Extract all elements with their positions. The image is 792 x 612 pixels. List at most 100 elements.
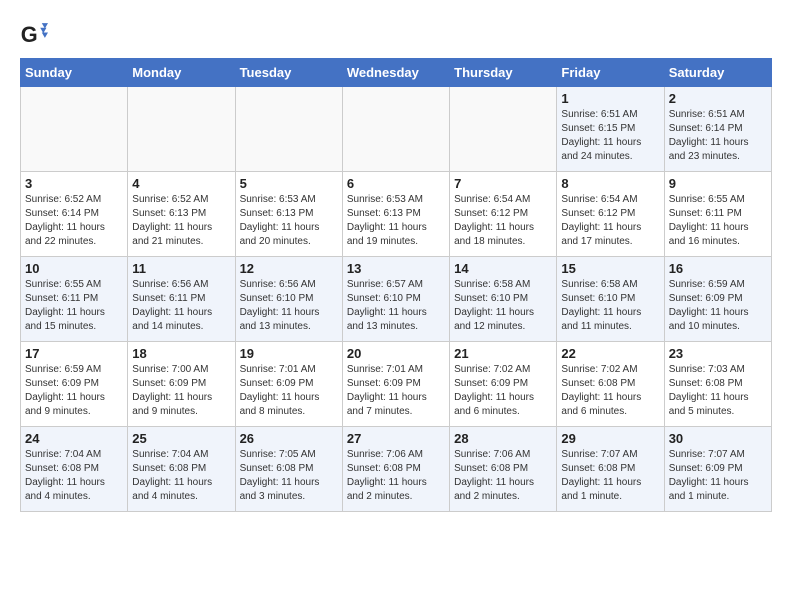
day-info: Sunrise: 7:06 AM Sunset: 6:08 PM Dayligh… <box>347 448 445 504</box>
day-number: 10 <box>25 261 123 276</box>
day-number: 20 <box>347 346 445 361</box>
calendar-cell: 16 Sunrise: 6:59 AM Sunset: 6:09 PM Dayli… <box>664 257 771 342</box>
calendar-cell: 26 Sunrise: 7:05 AM Sunset: 6:08 PM Dayli… <box>235 427 342 512</box>
calendar-week-4: 17 Sunrise: 6:59 AM Sunset: 6:09 PM Dayli… <box>21 342 772 427</box>
calendar-cell: 18 Sunrise: 7:00 AM Sunset: 6:09 PM Dayli… <box>128 342 235 427</box>
day-number: 13 <box>347 261 445 276</box>
day-info: Sunrise: 7:00 AM Sunset: 6:09 PM Dayligh… <box>132 363 230 419</box>
day-number: 5 <box>240 176 338 191</box>
svg-text:G: G <box>21 22 38 47</box>
calendar-cell: 20 Sunrise: 7:01 AM Sunset: 6:09 PM Dayli… <box>342 342 449 427</box>
day-info: Sunrise: 6:55 AM Sunset: 6:11 PM Dayligh… <box>669 193 767 249</box>
day-info: Sunrise: 7:07 AM Sunset: 6:08 PM Dayligh… <box>561 448 659 504</box>
calendar-cell: 13Sunrise: 6:57 AM Sunset: 6:10 PM Dayli… <box>342 257 449 342</box>
day-info: Sunrise: 6:51 AM Sunset: 6:14 PM Dayligh… <box>669 108 767 164</box>
day-info: Sunrise: 7:04 AM Sunset: 6:08 PM Dayligh… <box>25 448 123 504</box>
day-number: 6 <box>347 176 445 191</box>
calendar-cell: 14 Sunrise: 6:58 AM Sunset: 6:10 PM Dayli… <box>450 257 557 342</box>
day-number: 24 <box>25 431 123 446</box>
day-number: 23 <box>669 346 767 361</box>
day-info: Sunrise: 6:58 AM Sunset: 6:10 PM Dayligh… <box>454 278 552 334</box>
calendar-cell <box>342 87 449 172</box>
calendar-week-5: 24 Sunrise: 7:04 AM Sunset: 6:08 PM Dayli… <box>21 427 772 512</box>
calendar-cell: 23 Sunrise: 7:03 AM Sunset: 6:08 PM Dayli… <box>664 342 771 427</box>
weekday-header-saturday: Saturday <box>664 59 771 87</box>
calendar-cell <box>235 87 342 172</box>
calendar-table: SundayMondayTuesdayWednesdayThursdayFrid… <box>20 58 772 512</box>
day-info: Sunrise: 7:05 AM Sunset: 6:08 PM Dayligh… <box>240 448 338 504</box>
calendar-cell: 19 Sunrise: 7:01 AM Sunset: 6:09 PM Dayli… <box>235 342 342 427</box>
weekday-header-tuesday: Tuesday <box>235 59 342 87</box>
day-info: Sunrise: 6:58 AM Sunset: 6:10 PM Dayligh… <box>561 278 659 334</box>
logo-icon: G <box>20 20 48 48</box>
day-number: 3 <box>25 176 123 191</box>
day-info: Sunrise: 7:01 AM Sunset: 6:09 PM Dayligh… <box>240 363 338 419</box>
day-info: Sunrise: 7:03 AM Sunset: 6:08 PM Dayligh… <box>669 363 767 419</box>
calendar-cell: 4 Sunrise: 6:52 AM Sunset: 6:13 PM Daylig… <box>128 172 235 257</box>
day-info: Sunrise: 7:07 AM Sunset: 6:09 PM Dayligh… <box>669 448 767 504</box>
calendar-cell: 22 Sunrise: 7:02 AM Sunset: 6:08 PM Dayli… <box>557 342 664 427</box>
day-info: Sunrise: 6:53 AM Sunset: 6:13 PM Dayligh… <box>240 193 338 249</box>
calendar-cell: 2Sunrise: 6:51 AM Sunset: 6:14 PM Daylig… <box>664 87 771 172</box>
day-number: 17 <box>25 346 123 361</box>
day-number: 11 <box>132 261 230 276</box>
day-number: 1 <box>561 91 659 106</box>
day-info: Sunrise: 6:51 AM Sunset: 6:15 PM Dayligh… <box>561 108 659 164</box>
calendar-cell: 29 Sunrise: 7:07 AM Sunset: 6:08 PM Dayli… <box>557 427 664 512</box>
calendar-cell: 27 Sunrise: 7:06 AM Sunset: 6:08 PM Dayli… <box>342 427 449 512</box>
weekday-header-friday: Friday <box>557 59 664 87</box>
day-number: 27 <box>347 431 445 446</box>
calendar-cell: 3Sunrise: 6:52 AM Sunset: 6:14 PM Daylig… <box>21 172 128 257</box>
weekday-header-monday: Monday <box>128 59 235 87</box>
calendar-cell: 28Sunrise: 7:06 AM Sunset: 6:08 PM Dayli… <box>450 427 557 512</box>
day-info: Sunrise: 7:02 AM Sunset: 6:08 PM Dayligh… <box>561 363 659 419</box>
day-info: Sunrise: 7:06 AM Sunset: 6:08 PM Dayligh… <box>454 448 552 504</box>
day-info: Sunrise: 6:56 AM Sunset: 6:10 PM Dayligh… <box>240 278 338 334</box>
day-number: 30 <box>669 431 767 446</box>
calendar-cell: 11 Sunrise: 6:56 AM Sunset: 6:11 PM Dayli… <box>128 257 235 342</box>
day-number: 12 <box>240 261 338 276</box>
calendar-cell: 17 Sunrise: 6:59 AM Sunset: 6:09 PM Dayli… <box>21 342 128 427</box>
weekday-header-wednesday: Wednesday <box>342 59 449 87</box>
calendar-week-3: 10 Sunrise: 6:55 AM Sunset: 6:11 PM Dayli… <box>21 257 772 342</box>
calendar-cell: 6Sunrise: 6:53 AM Sunset: 6:13 PM Daylig… <box>342 172 449 257</box>
calendar-cell: 8 Sunrise: 6:54 AM Sunset: 6:12 PM Daylig… <box>557 172 664 257</box>
calendar-cell: 1 Sunrise: 6:51 AM Sunset: 6:15 PM Daylig… <box>557 87 664 172</box>
day-number: 19 <box>240 346 338 361</box>
day-number: 14 <box>454 261 552 276</box>
calendar-cell: 21 Sunrise: 7:02 AM Sunset: 6:09 PM Dayli… <box>450 342 557 427</box>
day-info: Sunrise: 6:56 AM Sunset: 6:11 PM Dayligh… <box>132 278 230 334</box>
calendar-header-row: SundayMondayTuesdayWednesdayThursdayFrid… <box>21 59 772 87</box>
calendar-cell: 9 Sunrise: 6:55 AM Sunset: 6:11 PM Daylig… <box>664 172 771 257</box>
day-number: 4 <box>132 176 230 191</box>
day-info: Sunrise: 7:02 AM Sunset: 6:09 PM Dayligh… <box>454 363 552 419</box>
day-number: 29 <box>561 431 659 446</box>
day-number: 7 <box>454 176 552 191</box>
calendar-week-1: 1 Sunrise: 6:51 AM Sunset: 6:15 PM Daylig… <box>21 87 772 172</box>
calendar-week-2: 3Sunrise: 6:52 AM Sunset: 6:14 PM Daylig… <box>21 172 772 257</box>
calendar-cell: 7Sunrise: 6:54 AM Sunset: 6:12 PM Daylig… <box>450 172 557 257</box>
calendar-cell: 12 Sunrise: 6:56 AM Sunset: 6:10 PM Dayli… <box>235 257 342 342</box>
day-number: 9 <box>669 176 767 191</box>
day-number: 22 <box>561 346 659 361</box>
day-number: 21 <box>454 346 552 361</box>
day-info: Sunrise: 6:55 AM Sunset: 6:11 PM Dayligh… <box>25 278 123 334</box>
day-number: 15 <box>561 261 659 276</box>
day-number: 16 <box>669 261 767 276</box>
calendar-cell: 25Sunrise: 7:04 AM Sunset: 6:08 PM Dayli… <box>128 427 235 512</box>
calendar-cell <box>450 87 557 172</box>
calendar-cell: 30 Sunrise: 7:07 AM Sunset: 6:09 PM Dayli… <box>664 427 771 512</box>
day-info: Sunrise: 6:59 AM Sunset: 6:09 PM Dayligh… <box>669 278 767 334</box>
day-number: 18 <box>132 346 230 361</box>
calendar-cell: 24 Sunrise: 7:04 AM Sunset: 6:08 PM Dayli… <box>21 427 128 512</box>
calendar-cell: 10 Sunrise: 6:55 AM Sunset: 6:11 PM Dayli… <box>21 257 128 342</box>
day-info: Sunrise: 7:01 AM Sunset: 6:09 PM Dayligh… <box>347 363 445 419</box>
day-info: Sunrise: 6:59 AM Sunset: 6:09 PM Dayligh… <box>25 363 123 419</box>
day-info: Sunrise: 6:54 AM Sunset: 6:12 PM Dayligh… <box>561 193 659 249</box>
day-info: Sunrise: 6:52 AM Sunset: 6:13 PM Dayligh… <box>132 193 230 249</box>
calendar-cell <box>128 87 235 172</box>
day-number: 8 <box>561 176 659 191</box>
calendar-cell: 5 Sunrise: 6:53 AM Sunset: 6:13 PM Daylig… <box>235 172 342 257</box>
day-number: 26 <box>240 431 338 446</box>
weekday-header-thursday: Thursday <box>450 59 557 87</box>
